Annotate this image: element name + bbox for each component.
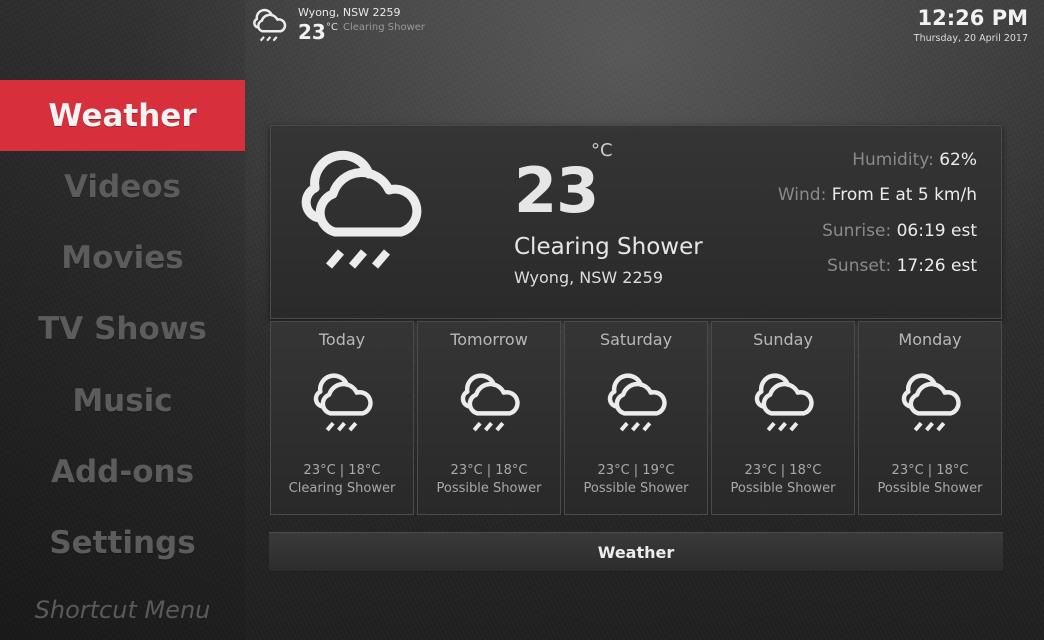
header-location: Wyong, NSW 2259 <box>298 6 401 19</box>
humidity-detail: Humidity: 62% <box>852 150 977 170</box>
forecast-day: Saturday <box>599 330 673 349</box>
detail-value: 17:26 est <box>896 256 977 276</box>
wind-detail: Wind: From E at 5 km/h <box>778 185 977 205</box>
cloud-rain-icon <box>895 372 965 436</box>
shortcut-menu-button[interactable]: Shortcut Menu <box>0 596 245 624</box>
menu-item-movies[interactable]: Movies <box>0 222 245 293</box>
detail-value: 06:19 est <box>896 221 977 241</box>
forecast-day: Today <box>318 330 366 349</box>
forecast-condition: Possible Shower <box>730 481 836 496</box>
forecast-card-monday[interactable]: Monday 23°C | 18°C Possible Shower <box>858 321 1002 515</box>
detail-label: Sunset: <box>827 256 892 276</box>
cloud-rain-icon <box>249 8 289 44</box>
detail-value: From E at 5 km/h <box>831 185 977 205</box>
current-temperature: 23 <box>514 154 599 227</box>
main-menu: Weather Videos Movies TV Shows Music Add… <box>0 0 245 640</box>
cloud-rain-icon <box>748 372 818 436</box>
forecast-temperatures: 23°C | 18°C <box>744 463 822 478</box>
cloud-rain-icon <box>601 372 671 436</box>
current-temperature-unit: °C <box>591 140 613 161</box>
forecast-temperatures: 23°C | 18°C <box>891 463 969 478</box>
header-temperature: 23 <box>298 20 326 44</box>
forecast-temperatures: 23°C | 18°C <box>303 463 381 478</box>
detail-label: Sunrise: <box>822 221 892 241</box>
forecast-condition: Possible Shower <box>877 481 983 496</box>
cloud-rain-icon <box>307 372 377 436</box>
forecast-card-tomorrow[interactable]: Tomorrow 23°C | 18°C Possible Shower <box>417 321 561 515</box>
forecast-day: Sunday <box>753 330 813 349</box>
forecast-card-today[interactable]: Today 23°C | 18°C Clearing Shower <box>270 321 414 515</box>
menu-item-add-ons[interactable]: Add-ons <box>0 436 245 507</box>
forecast-card-saturday[interactable]: Saturday 23°C | 19°C Possible Shower <box>564 321 708 515</box>
cloud-rain-icon <box>454 372 524 436</box>
detail-label: Wind: <box>777 185 827 205</box>
current-weather-panel: 23 °C Clearing Shower Wyong, NSW 2259 Hu… <box>270 125 1002 319</box>
current-condition: Clearing Shower <box>514 234 703 260</box>
forecast-condition: Possible Shower <box>583 481 689 496</box>
forecast-temperatures: 23°C | 18°C <box>450 463 528 478</box>
detail-value: 62% <box>939 150 977 170</box>
forecast-day: Monday <box>898 330 962 349</box>
menu-item-settings[interactable]: Settings <box>0 507 245 578</box>
forecast-condition: Possible Shower <box>436 481 542 496</box>
cloud-rain-icon <box>289 148 429 278</box>
forecast-card-sunday[interactable]: Sunday 23°C | 18°C Possible Shower <box>711 321 855 515</box>
header-condition: Clearing Shower <box>343 22 426 33</box>
current-location: Wyong, NSW 2259 <box>514 268 664 287</box>
header-temperature-unit: °C <box>326 22 338 33</box>
menu-item-music[interactable]: Music <box>0 365 245 436</box>
detail-label: Humidity: <box>852 150 934 170</box>
forecast-day: Tomorrow <box>450 330 528 349</box>
menu-item-weather[interactable]: Weather <box>0 80 245 151</box>
menu-item-videos[interactable]: Videos <box>0 151 245 222</box>
clock: 12:26 PM <box>917 6 1028 30</box>
section-label: Weather <box>269 532 1003 572</box>
date: Thursday, 20 April 2017 <box>913 33 1028 44</box>
forecast-temperatures: 23°C | 19°C <box>597 463 675 478</box>
sunrise-detail: Sunrise: 06:19 est <box>822 221 977 241</box>
menu-item-tv-shows[interactable]: TV Shows <box>0 293 245 364</box>
forecast-condition: Clearing Shower <box>288 481 396 496</box>
sunset-detail: Sunset: 17:26 est <box>827 256 977 276</box>
